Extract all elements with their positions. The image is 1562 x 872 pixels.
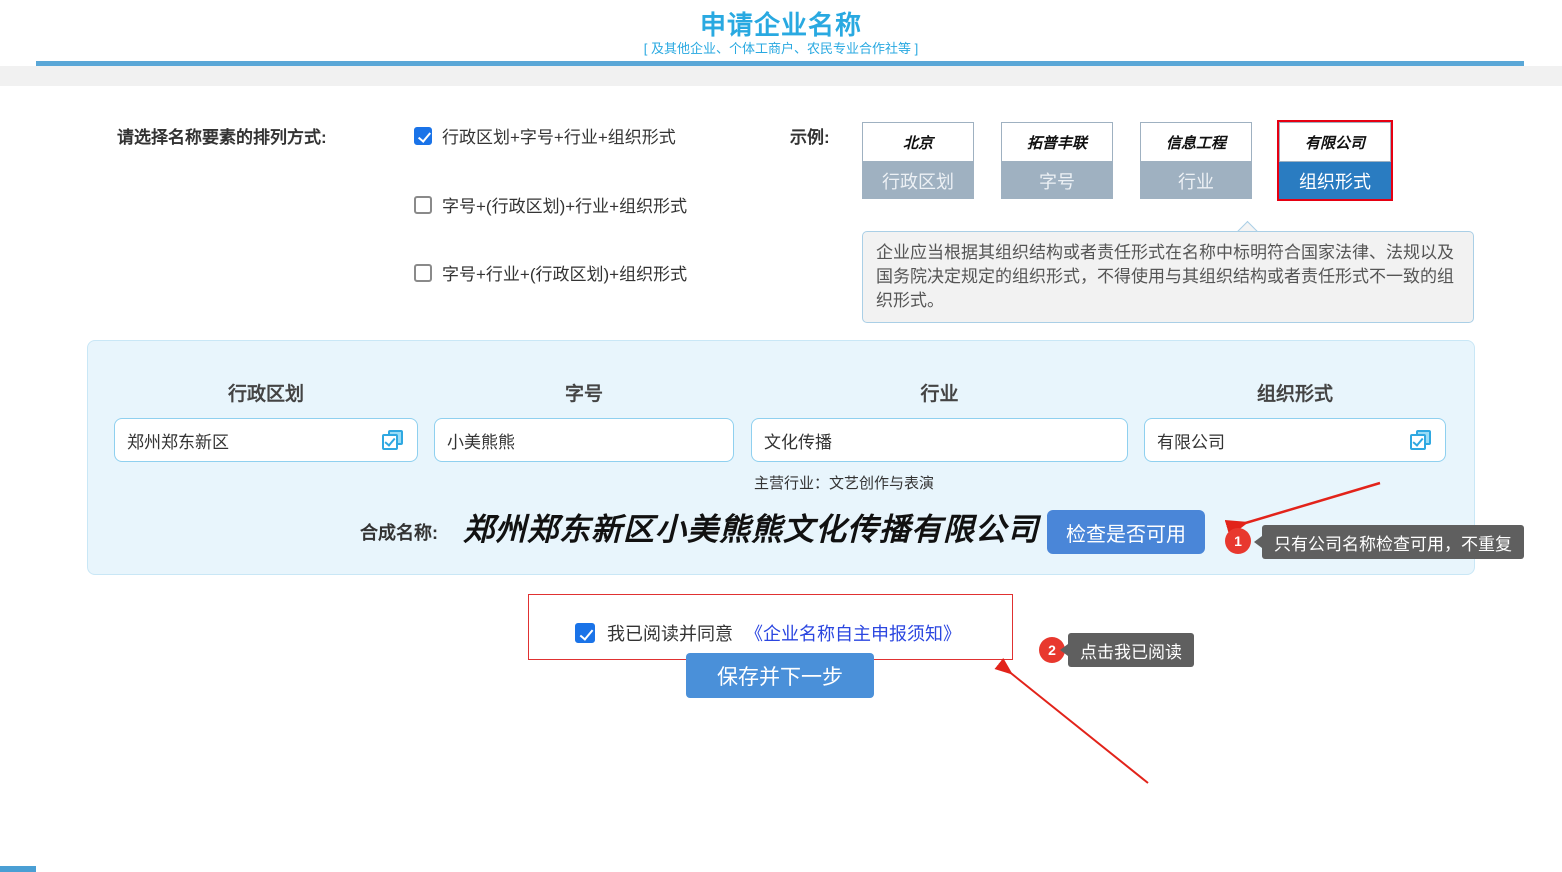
main-industry-note: 主营行业：文艺创作与表演 — [754, 472, 934, 493]
arrangement-option-2[interactable]: 字号+(行政区划)+行业+组织形式 — [414, 192, 687, 217]
annotation-badge-1: 1 — [1225, 528, 1251, 554]
example-card-region-name: 北京 — [862, 122, 974, 162]
field-label-industry: 行业 — [751, 379, 1128, 406]
example-card-industry: 信息工程 行业 — [1140, 122, 1252, 199]
example-card-industry-name: 信息工程 — [1140, 122, 1252, 162]
page-title: 申请企业名称 — [0, 5, 1562, 42]
name-application-page: 申请企业名称 [ 及其他企业、个体工商户、农民专业合作社等 ] 请选择名称要素的… — [0, 0, 1562, 872]
arrow-to-agreement-box — [1002, 666, 1148, 783]
example-cards: 北京 行政区划 拓普丰联 字号 信息工程 行业 有限公司 组织形式 — [862, 122, 1391, 199]
agreement-row: 我已阅读并同意 《企业名称自主申报须知》 — [575, 620, 961, 646]
field-label-tradename: 字号 — [434, 379, 734, 406]
example-card-region: 北京 行政区划 — [862, 122, 974, 199]
arrangement-option-1[interactable]: 行政区划+字号+行业+组织形式 — [414, 123, 676, 148]
agreement-text: 我已阅读并同意 — [607, 620, 733, 646]
example-card-orgform-category: 组织形式 — [1279, 162, 1391, 199]
orgform-input[interactable]: 有限公司 — [1144, 418, 1446, 462]
example-card-region-category: 行政区划 — [862, 162, 974, 199]
industry-input[interactable]: 文化传播 — [751, 418, 1128, 462]
agreement-notice-link[interactable]: 《企业名称自主申报须知》 — [745, 620, 961, 646]
field-label-orgform: 组织形式 — [1144, 379, 1446, 406]
field-label-region: 行政区划 — [114, 379, 418, 406]
check-availability-button[interactable]: 检查是否可用 — [1047, 510, 1205, 554]
page-subtitle: [ 及其他企业、个体工商户、农民专业合作社等 ] — [0, 38, 1562, 57]
info-tooltip: 企业应当根据其组织结构或者责任形式在名称中标明符合国家法律、法规以及国务院决定规… — [862, 231, 1474, 323]
tradename-input-value: 小美熊熊 — [447, 428, 721, 453]
composed-name-label: 合成名称: — [360, 519, 438, 545]
footer-chip — [0, 866, 36, 872]
example-card-tradename-category: 字号 — [1001, 162, 1113, 199]
annotation-tooltip-2: 点击我已阅读 — [1068, 633, 1194, 667]
tradename-input[interactable]: 小美熊熊 — [434, 418, 734, 462]
composed-name-value: 郑州郑东新区小美熊熊文化传播有限公司 — [463, 504, 1039, 549]
checkbox-unchecked-icon[interactable] — [414, 264, 432, 282]
agreement-checkbox[interactable] — [575, 623, 595, 643]
arrangement-option-3[interactable]: 字号+行业+(行政区划)+组织形式 — [414, 260, 687, 285]
save-next-button[interactable]: 保存并下一步 — [686, 653, 874, 698]
industry-input-value: 文化传播 — [764, 428, 1115, 453]
arrangement-option-2-label: 字号+(行政区划)+行业+组织形式 — [442, 192, 687, 217]
region-input[interactable]: 郑州郑东新区 — [114, 418, 418, 462]
region-picker-icon[interactable] — [381, 428, 405, 452]
orgform-picker-icon[interactable] — [1409, 428, 1433, 452]
checkbox-checked-icon[interactable] — [414, 127, 432, 145]
example-card-tradename-name: 拓普丰联 — [1001, 122, 1113, 162]
example-card-tradename: 拓普丰联 字号 — [1001, 122, 1113, 199]
example-card-industry-category: 行业 — [1140, 162, 1252, 199]
region-input-value: 郑州郑东新区 — [127, 428, 381, 453]
arrangement-label: 请选择名称要素的排列方式: — [117, 123, 327, 148]
arrangement-option-3-label: 字号+行业+(行政区划)+组织形式 — [442, 260, 687, 285]
header-band — [0, 66, 1562, 86]
example-label: 示例: — [790, 123, 830, 148]
orgform-input-value: 有限公司 — [1157, 428, 1409, 453]
checkbox-unchecked-icon[interactable] — [414, 196, 432, 214]
arrangement-option-1-label: 行政区划+字号+行业+组织形式 — [442, 123, 676, 148]
example-card-orgform-highlighted: 有限公司 组织形式 — [1279, 122, 1391, 199]
example-card-orgform-name: 有限公司 — [1279, 122, 1391, 162]
annotation-tooltip-1: 只有公司名称检查可用，不重复 — [1262, 525, 1524, 559]
